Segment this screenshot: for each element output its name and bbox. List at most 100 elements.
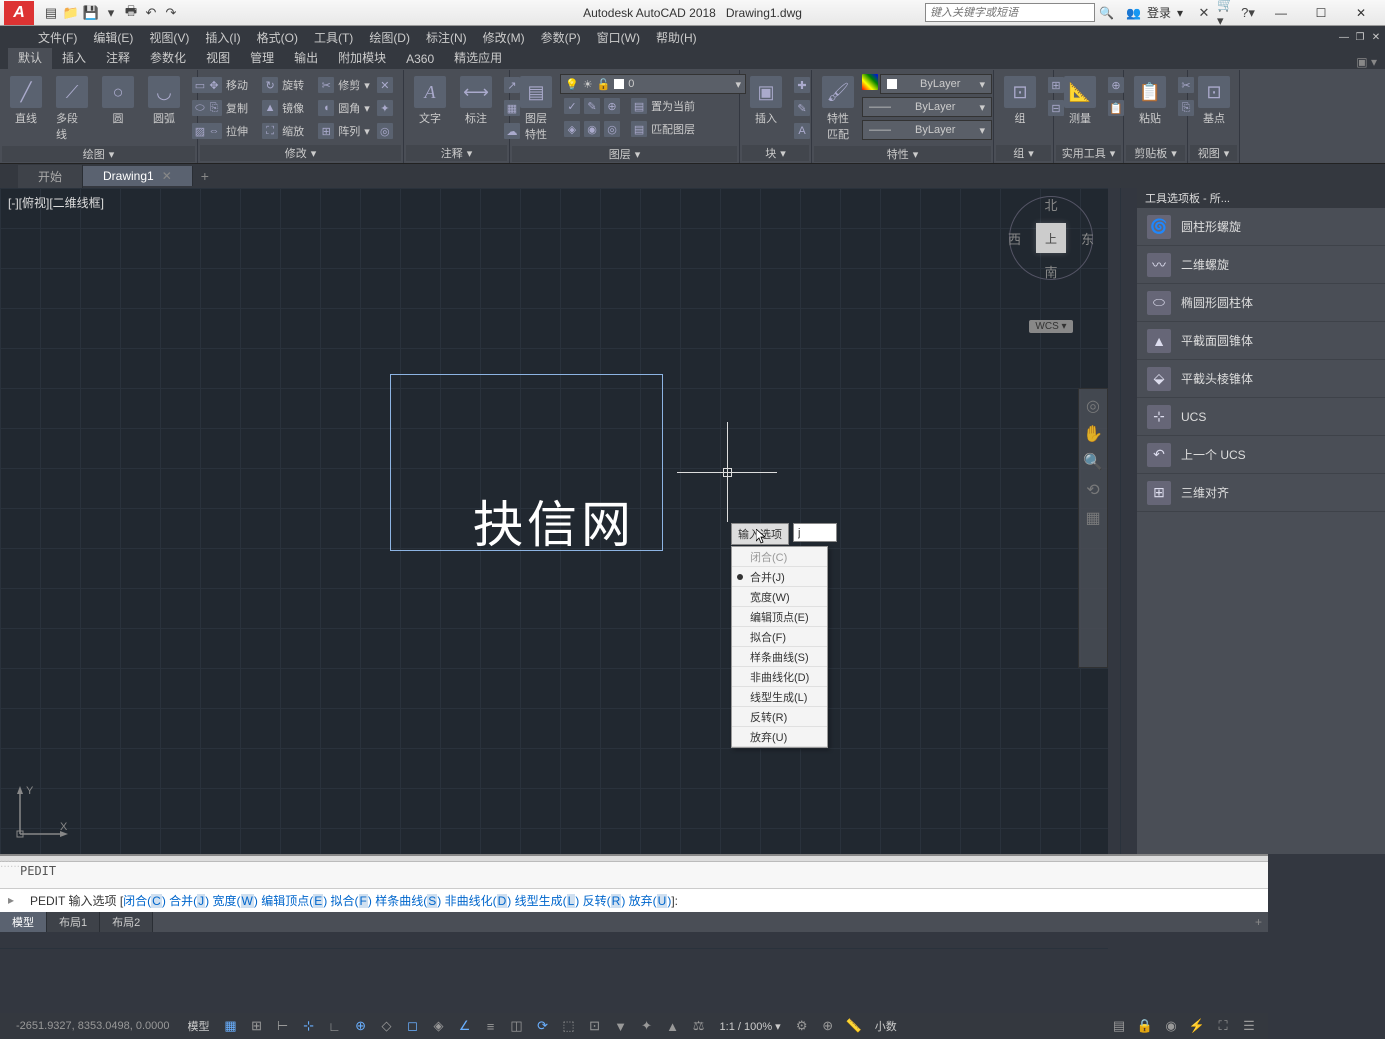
offset-icon[interactable]: ◎ [377, 123, 393, 139]
command-window[interactable]: :::::: PEDIT ▸ PEDIT 输入选项 [闭合(C) 合并(J) 宽… [0, 854, 1268, 912]
erase-icon[interactable]: ✕ [377, 77, 393, 93]
ctx-线型生成(L)[interactable]: 线型生成(L) [732, 687, 827, 707]
attr-icon[interactable]: A [794, 123, 810, 139]
add-tab-button[interactable]: + [193, 168, 217, 184]
cycling-icon[interactable]: ⟳ [532, 1016, 554, 1036]
panel-draw-title[interactable]: 绘图 ▾ [2, 146, 195, 162]
ctx-宽度(W)[interactable]: 宽度(W) [732, 587, 827, 607]
nav-pan-icon[interactable]: ✋ [1082, 423, 1104, 445]
mdi-minimize-icon[interactable]: — [1337, 30, 1351, 44]
dyn-toggle-icon[interactable]: ⊹ [298, 1016, 320, 1036]
layout-tab-布局2[interactable]: 布局2 [100, 912, 153, 932]
panel-block-title[interactable]: 块 ▾ [742, 145, 809, 161]
layer-combo[interactable]: 💡 ☀ 🔓 0 ▾ [560, 74, 746, 94]
nav-showmotion-icon[interactable]: ▦ [1082, 507, 1104, 529]
cmd-opt-S[interactable]: 样条曲线(S) [375, 894, 441, 908]
quickprops-icon[interactable]: ▤ [1108, 1016, 1130, 1036]
tab-close-icon[interactable]: ✕ [162, 169, 172, 183]
filter-icon[interactable]: ▼ [610, 1016, 632, 1036]
text-button[interactable]: A文字 [408, 74, 452, 128]
qat-saveas-icon[interactable]: ▾ [102, 4, 120, 22]
stretch-icon[interactable]: ⇔ [206, 123, 222, 139]
panel-clip-title[interactable]: 剪贴板 ▾ [1126, 145, 1185, 161]
autoscale-icon[interactable]: ⚖ [688, 1016, 710, 1036]
transparency-icon[interactable]: ◫ [506, 1016, 528, 1036]
menu-标注[interactable]: 标注(N) [418, 26, 475, 48]
fillet-icon[interactable]: ◖ [318, 100, 334, 116]
menu-窗口[interactable]: 窗口(W) [589, 26, 648, 48]
qat-plot-icon[interactable]: 🖶 [122, 4, 140, 22]
ribbon-tab-9[interactable]: 精选应用 [444, 46, 512, 69]
otrack-toggle-icon[interactable]: ∠ [454, 1016, 476, 1036]
ribbon-tab-0[interactable]: 默认 [8, 46, 52, 69]
ucs-icon[interactable]: Y X [12, 782, 72, 842]
cmd-opt-C[interactable]: 闭合(C) [123, 894, 166, 908]
ribbon-tab-8[interactable]: A360 [396, 49, 444, 69]
cmd-opt-J[interactable]: 合并(J) [169, 894, 209, 908]
units-icon[interactable]: 📏 [843, 1016, 865, 1036]
annot-monitor-icon[interactable]: ⊕ [817, 1016, 839, 1036]
customize-icon[interactable]: ☰ [1238, 1016, 1260, 1036]
ribbon-tab-4[interactable]: 视图 [196, 46, 240, 69]
minimize-button[interactable]: — [1261, 2, 1301, 24]
gizmo-icon[interactable]: ✦ [636, 1016, 658, 1036]
polar-toggle-icon[interactable]: ⊕ [350, 1016, 372, 1036]
cmd-opt-L[interactable]: 线型生成(L) [515, 894, 580, 908]
isolate-icon[interactable]: ◉ [1160, 1016, 1182, 1036]
color-icon[interactable] [862, 74, 878, 90]
paste-button[interactable]: 📋粘贴 [1128, 74, 1172, 128]
panel-modify-title[interactable]: 修改 ▾ [200, 145, 401, 161]
panel-annot-title[interactable]: 注释 ▾ [406, 145, 507, 161]
ortho-toggle-icon[interactable]: ∟ [324, 1016, 346, 1036]
mirror-icon[interactable]: ▲ [262, 100, 278, 116]
coordinate-display[interactable]: -2651.9327, 8353.0498, 0.0000 [8, 1020, 178, 1032]
panel-prop-title[interactable]: 特性 ▾ [814, 146, 991, 162]
rotate-icon[interactable]: ↻ [262, 77, 278, 93]
wcs-badge[interactable]: WCS ▾ [1029, 320, 1072, 333]
layer-iso-icon[interactable]: ◈ [564, 121, 580, 137]
ribbon-expand-icon[interactable]: ▣ ▾ [1348, 55, 1385, 69]
palette-item-1[interactable]: 〰二维螺旋 [1137, 246, 1385, 284]
help-icon[interactable]: ?▾ [1239, 4, 1257, 22]
palette-item-6[interactable]: ↶上一个 UCS [1137, 436, 1385, 474]
search-icon[interactable]: 🔍 [1099, 6, 1114, 20]
palette-title[interactable]: 工具选项板 - 所... [1137, 188, 1385, 208]
view-controls-label[interactable]: [-][俯视][二维线框] [8, 194, 104, 211]
menu-插入[interactable]: 插入(I) [197, 26, 248, 48]
nav-wheel-icon[interactable]: ◎ [1082, 395, 1104, 417]
drawing-viewport[interactable]: [-][俯视][二维线框] 抉信网 输入选项 闭合(C)合并(J)宽度(W)编辑… [0, 188, 1108, 854]
panel-view-title[interactable]: 视图 ▾ [1190, 145, 1237, 161]
hardware-accel-icon[interactable]: ⚡ [1186, 1016, 1208, 1036]
base-view-button[interactable]: ⊡基点 [1192, 74, 1236, 128]
scale-icon[interactable]: ⛶ [262, 123, 278, 139]
layout-tab-布局1[interactable]: 布局1 [47, 912, 100, 932]
login-button[interactable]: 登录 [1147, 4, 1171, 21]
close-button[interactable]: ✕ [1341, 2, 1381, 24]
dyn-ucs-icon[interactable]: ⊡ [584, 1016, 606, 1036]
menu-绘图[interactable]: 绘图(D) [361, 26, 418, 48]
menu-参数[interactable]: 参数(P) [533, 26, 589, 48]
drawing-tab[interactable]: Drawing1✕ [83, 166, 193, 186]
explode-icon[interactable]: ✦ [377, 100, 393, 116]
palette-item-4[interactable]: ⬙平截头棱锥体 [1137, 360, 1385, 398]
measure-button[interactable]: 📐测量 [1058, 74, 1102, 128]
clean-screen-icon[interactable]: ⛶ [1212, 1016, 1234, 1036]
viewcube-top-face[interactable]: 上 [1036, 223, 1066, 253]
workspace-icon[interactable]: ⚙ [791, 1016, 813, 1036]
cmd-opt-D[interactable]: 非曲线化(D) [445, 894, 512, 908]
3d-toggle-icon[interactable]: ⬚ [558, 1016, 580, 1036]
menu-视图[interactable]: 视图(V) [141, 26, 197, 48]
menu-格式[interactable]: 格式(O) [249, 26, 306, 48]
arc-button[interactable]: ◡圆弧 [142, 74, 186, 128]
group-button[interactable]: ⊡组 [998, 74, 1042, 128]
edit-block-icon[interactable]: ✎ [794, 100, 810, 116]
qat-new-icon[interactable]: ▤ [42, 4, 60, 22]
panel-util-title[interactable]: 实用工具 ▾ [1056, 145, 1121, 161]
ctx-反转(R)[interactable]: 反转(R) [732, 707, 827, 727]
ribbon-tab-2[interactable]: 注释 [96, 46, 140, 69]
ctx-样条曲线(S)[interactable]: 样条曲线(S) [732, 647, 827, 667]
qat-open-icon[interactable]: 📁 [62, 4, 80, 22]
annot-vis-icon[interactable]: ▲ [662, 1016, 684, 1036]
palette-item-0[interactable]: 🌀圆柱形螺旋 [1137, 208, 1385, 246]
cmd-opt-U[interactable]: 放弃(U) [629, 894, 672, 908]
